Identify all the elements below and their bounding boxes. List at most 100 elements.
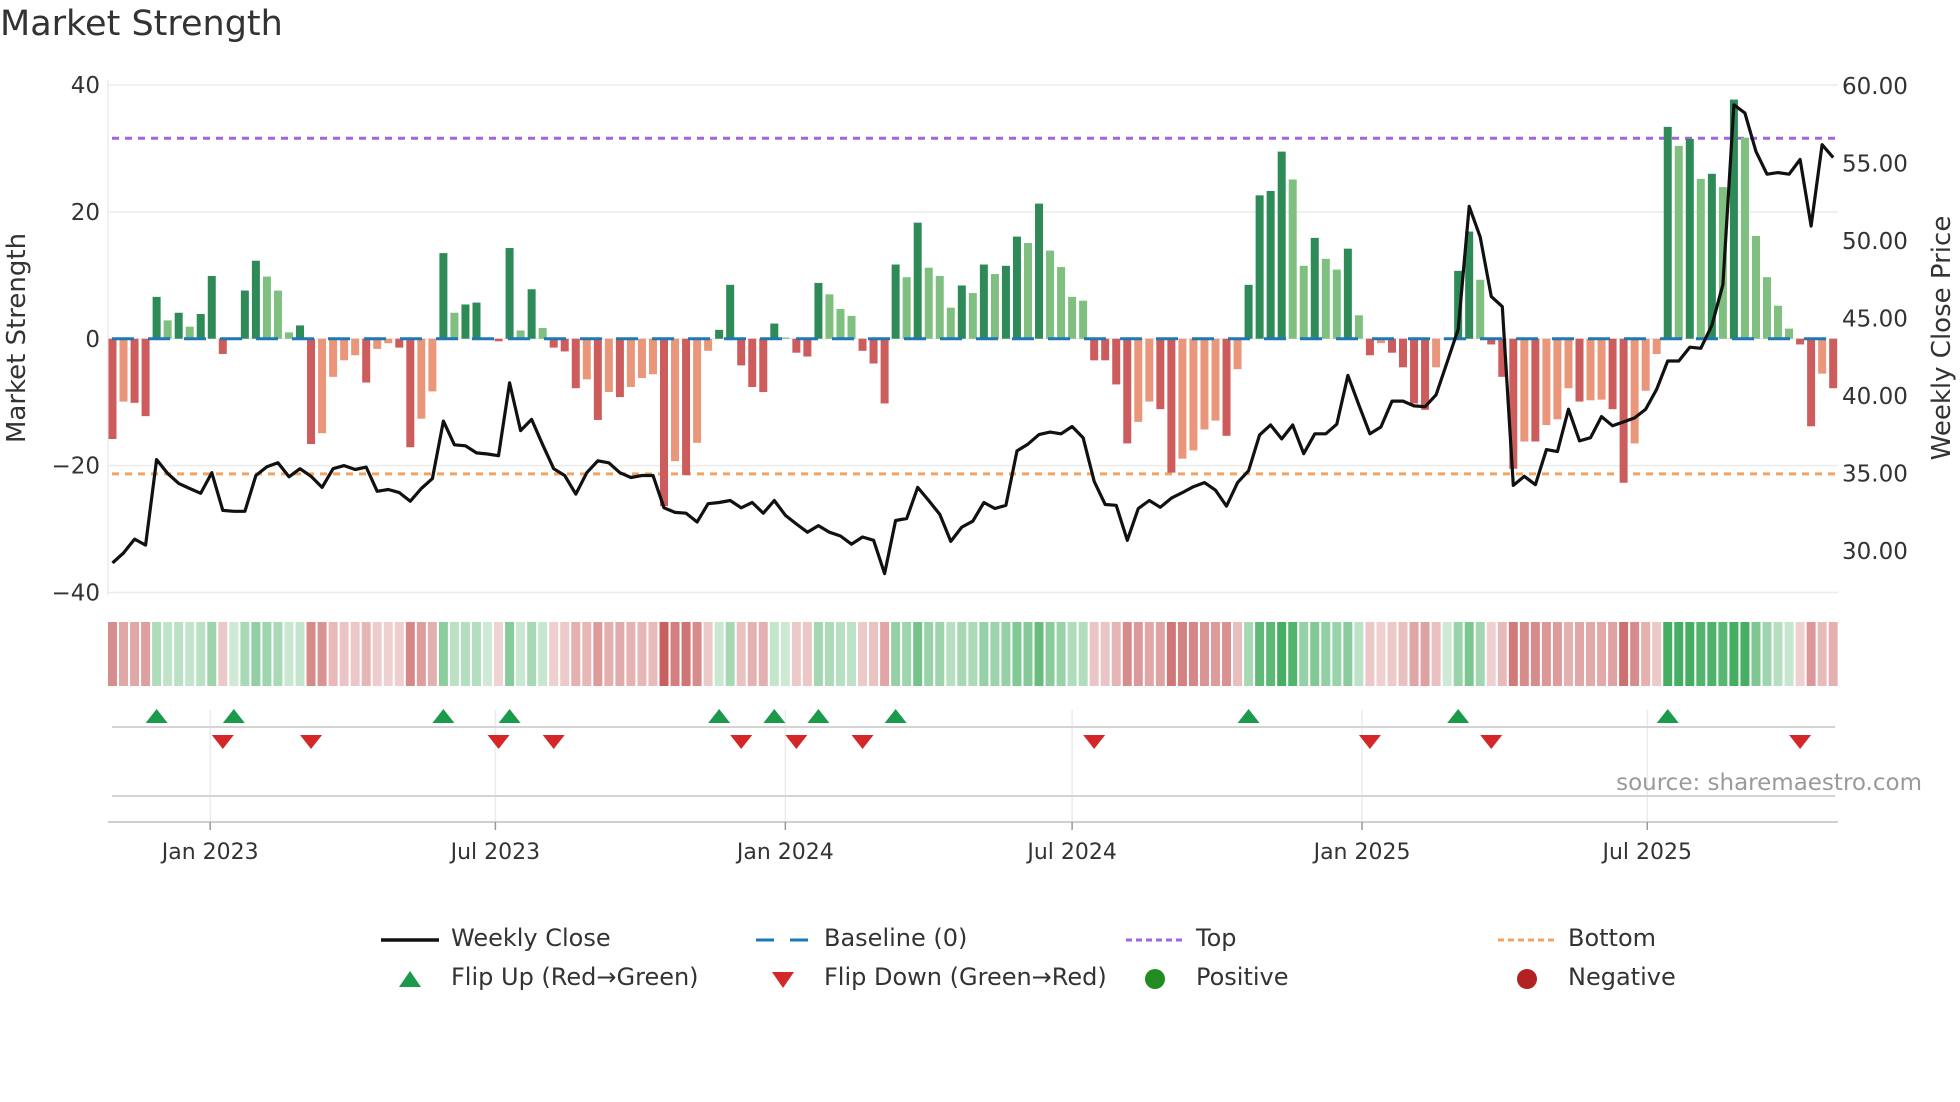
- strength-bar: [990, 274, 999, 339]
- strength-bar: [362, 338, 371, 383]
- strength-strip-cell: [1674, 622, 1684, 686]
- strength-strip-cell: [1177, 622, 1187, 686]
- strength-strip-cell: [1475, 622, 1485, 686]
- strength-bar: [1001, 265, 1010, 339]
- strength-bar: [461, 304, 470, 339]
- strength-strip-cell: [604, 622, 614, 686]
- strength-strip-cell: [394, 622, 404, 686]
- strength-strip-cell: [648, 622, 658, 686]
- strength-strip-cell: [427, 622, 437, 686]
- strength-bar: [1299, 265, 1308, 339]
- flip-down-marker: [487, 735, 510, 749]
- strength-strip-cell: [1299, 622, 1309, 686]
- strength-bar: [439, 253, 448, 339]
- strength-bar: [571, 338, 580, 389]
- strength-strip-cell: [1619, 622, 1629, 686]
- strength-strip-cell: [1078, 622, 1088, 686]
- strength-bar: [1685, 138, 1694, 339]
- y2-tick-label: 45.00: [1842, 307, 1908, 333]
- strength-bar: [1134, 338, 1143, 422]
- strength-bar: [803, 338, 812, 357]
- strength-bar: [450, 312, 459, 339]
- flip-down-marker: [730, 735, 753, 749]
- strength-bar: [726, 284, 735, 339]
- flip-up-marker: [1656, 709, 1679, 723]
- strength-strip-cell: [1321, 622, 1331, 686]
- strength-strip-cell: [1795, 622, 1805, 686]
- strength-strip-cell: [824, 622, 834, 686]
- strength-strip-cell: [152, 622, 162, 686]
- strength-bar: [825, 294, 834, 339]
- strength-strip-cell: [1641, 622, 1651, 686]
- strength-strip-cell: [1045, 622, 1055, 686]
- flip-down-marker: [1480, 735, 1503, 749]
- y-tick-label: −20: [51, 454, 100, 480]
- strength-bar: [836, 308, 845, 339]
- strength-bar: [1057, 267, 1066, 339]
- strength-bar: [1542, 338, 1551, 426]
- strength-strip-cell: [284, 622, 294, 686]
- strength-strip-cell: [416, 622, 426, 686]
- strength-bar: [505, 248, 514, 339]
- strength-strip-cell: [902, 622, 912, 686]
- strength-bar: [130, 338, 139, 403]
- y2-tick-label: 40.00: [1842, 384, 1908, 410]
- strength-strip-cell: [747, 622, 757, 686]
- strength-strip-cell: [1453, 622, 1463, 686]
- strength-strip-cell: [1288, 622, 1298, 686]
- strength-bar: [538, 327, 547, 339]
- strength-bar: [748, 338, 757, 387]
- strength-bar: [979, 264, 988, 339]
- strength-bar: [1410, 338, 1419, 404]
- strength-strip-cell: [505, 622, 515, 686]
- flip-up-marker: [763, 709, 786, 723]
- strength-bar: [637, 338, 646, 379]
- strength-strip-cell: [946, 622, 956, 686]
- strength-strip-cell: [1211, 622, 1220, 686]
- y-tick-label: −40: [51, 581, 100, 607]
- strength-bar: [626, 338, 635, 387]
- y2-axis-title: Weekly Close Price: [1927, 216, 1957, 461]
- strength-bar: [185, 326, 194, 339]
- strength-strip-cell: [1012, 622, 1022, 686]
- strength-strip-cell: [438, 622, 448, 686]
- strength-strip-cell: [372, 622, 382, 686]
- strength-strip-cell: [769, 622, 779, 686]
- strength-strip-cell: [471, 622, 481, 686]
- strength-strip-cell: [1332, 622, 1342, 686]
- strength-bar: [1354, 315, 1363, 339]
- strength-strip-cell: [328, 622, 338, 686]
- y2-tick-label: 60.00: [1842, 74, 1908, 100]
- strength-bar: [615, 338, 624, 398]
- strength-strip-cell: [1707, 622, 1717, 686]
- strength-bar: [329, 338, 338, 377]
- strength-strip-cell: [1001, 622, 1011, 686]
- strength-strip-cell: [1563, 622, 1573, 686]
- flip-up-marker: [432, 709, 455, 723]
- strength-strip-cell: [1398, 622, 1408, 686]
- strength-bar: [428, 338, 437, 392]
- x-tick-label: Jul 2024: [1025, 840, 1117, 865]
- strength-strip-cell: [1652, 622, 1662, 686]
- strength-bar: [1520, 338, 1529, 442]
- strength-strip-cell: [1718, 622, 1728, 686]
- strength-bar: [593, 338, 602, 420]
- strength-bar: [891, 264, 900, 339]
- strength-strip-cell: [218, 622, 228, 686]
- flip-down-marker: [211, 735, 234, 749]
- strength-bar: [1829, 338, 1838, 389]
- y-tick-label: 0: [85, 327, 100, 353]
- strength-strip-cell: [1552, 622, 1562, 686]
- strength-bar: [1751, 235, 1760, 339]
- strength-bar: [1090, 338, 1099, 361]
- flip-up-marker: [145, 709, 168, 723]
- strength-bar: [1785, 328, 1794, 339]
- strength-bar: [1101, 338, 1110, 361]
- strength-bar: [527, 289, 536, 339]
- strength-strip-cell: [1574, 622, 1584, 686]
- strength-bar: [163, 320, 172, 339]
- strength-strip-cell: [659, 622, 669, 686]
- strength-strip-cell: [108, 622, 117, 686]
- strength-strip-cell: [306, 622, 316, 686]
- strength-strip-cell: [449, 622, 459, 686]
